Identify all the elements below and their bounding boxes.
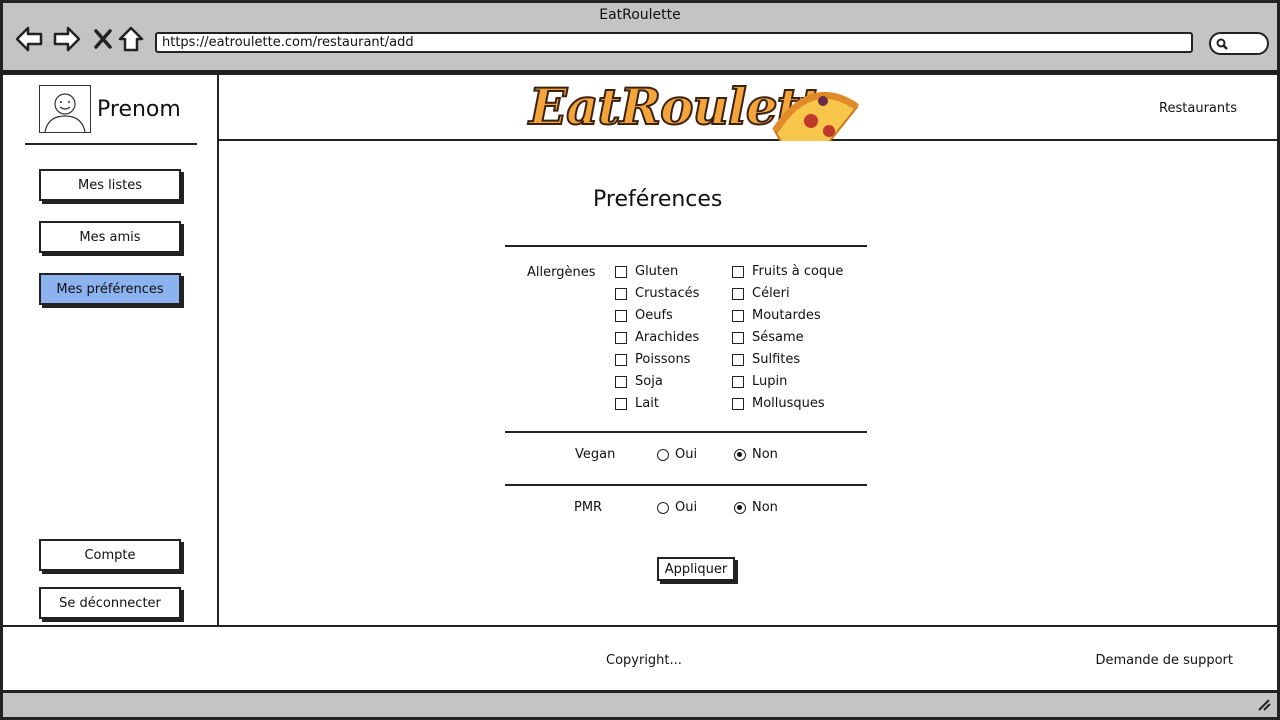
nav-restaurants-link[interactable]: Restaurants [1159,101,1237,116]
radio-label: Non [752,500,778,515]
checkbox-sulfites[interactable]: Sulfites [732,352,800,367]
pmr-oui-radio[interactable]: Oui [657,500,697,515]
checkbox-box[interactable] [732,375,744,388]
page-title: Preférences [593,187,723,212]
radio-circle[interactable] [657,501,669,514]
user-profile[interactable]: Prenom [39,85,181,133]
checkbox-box[interactable] [615,353,627,366]
window-title: EatRoulette [599,7,681,23]
close-icon[interactable] [89,25,117,53]
checkbox-label: Sésame [752,330,804,345]
allergens-label: Allergènes [527,265,596,280]
vegan-non-radio[interactable]: Non [734,447,778,462]
checkbox-box[interactable] [615,375,627,388]
mes-preferences-button[interactable]: Mes préférences [39,273,181,305]
browser-search-field[interactable] [1209,32,1269,55]
vegan-oui-radio[interactable]: Oui [657,447,697,462]
checkbox-label: Poissons [635,352,691,367]
section-divider [505,245,867,247]
checkbox-crustaces[interactable]: Crustacés [615,286,699,301]
checkbox-box[interactable] [615,265,627,278]
checkbox-label: Céleri [752,286,790,301]
se-deconnecter-button[interactable]: Se déconnecter [39,587,181,619]
profile-divider [25,143,197,145]
checkbox-gluten[interactable]: Gluten [615,264,678,279]
copyright-text: Copyright... [606,653,682,668]
checkbox-label: Lupin [752,374,788,389]
mes-listes-button[interactable]: Mes listes [39,169,181,201]
checkbox-label: Moutardes [752,308,821,323]
checkbox-lupin[interactable]: Lupin [732,374,787,389]
section-divider [505,431,867,433]
avatar [39,85,91,133]
checkbox-label: Crustacés [635,286,700,301]
checkbox-label: Arachides [635,330,700,345]
checkbox-box[interactable] [732,309,744,322]
mes-amis-button[interactable]: Mes amis [39,221,181,253]
checkbox-arachides[interactable]: Arachides [615,330,699,345]
checkbox-lait[interactable]: Lait [615,396,659,411]
checkbox-box[interactable] [615,331,627,344]
radio-label: Non [752,447,778,462]
vegan-label: Vegan [575,447,616,462]
checkbox-soja[interactable]: Soja [615,374,663,389]
resize-grip-icon[interactable] [1257,699,1271,711]
preferences-panel: Preférences Allergènes Gluten Crustacés … [219,141,1277,627]
radio-circle[interactable] [734,448,746,461]
checkbox-celeri[interactable]: Céleri [732,286,790,301]
profile-name: Prenom [97,96,181,122]
checkbox-label: Soja [635,374,663,389]
home-icon[interactable] [117,25,145,53]
radio-label: Oui [675,500,698,515]
checkbox-label: Lait [635,396,659,411]
pmr-non-radio[interactable]: Non [734,500,778,515]
checkbox-sesame[interactable]: Sésame [732,330,804,345]
checkbox-fruits-a-coque[interactable]: Fruits à coque [732,264,843,279]
site-header: EatRoulette Restaurants [219,73,1277,181]
radio-circle[interactable] [734,501,746,514]
back-arrow-icon[interactable] [15,25,43,53]
checkbox-box[interactable] [732,397,744,410]
browser-window: EatRoulette https://eatroulette.com/rest… [0,0,1280,720]
pmr-label: PMR [574,500,603,515]
checkbox-label: Oeufs [635,308,673,323]
checkbox-moutardes[interactable]: Moutardes [732,308,821,323]
checkbox-label: Sulfites [752,352,801,367]
checkbox-poissons[interactable]: Poissons [615,352,690,367]
checkbox-box[interactable] [732,353,744,366]
site-footer: Copyright... Demande de support [3,627,1277,693]
checkbox-box[interactable] [615,309,627,322]
checkbox-mollusques[interactable]: Mollusques [732,396,825,411]
browser-statusbar [3,693,1277,717]
checkbox-label: Fruits à coque [752,264,844,279]
checkbox-oeufs[interactable]: Oeufs [615,308,673,323]
radio-circle[interactable] [657,448,669,461]
checkbox-label: Mollusques [752,396,825,411]
section-divider [505,484,867,486]
checkbox-box[interactable] [732,265,744,278]
search-icon [1216,38,1228,50]
compte-button[interactable]: Compte [39,539,181,571]
checkbox-label: Gluten [635,264,679,279]
radio-label: Oui [675,447,698,462]
forward-arrow-icon[interactable] [53,25,81,53]
checkbox-box[interactable] [615,397,627,410]
browser-titlebar: EatRoulette https://eatroulette.com/rest… [3,3,1277,73]
checkbox-box[interactable] [732,331,744,344]
checkbox-box[interactable] [732,287,744,300]
apply-button[interactable]: Appliquer [657,557,735,581]
url-bar[interactable]: https://eatroulette.com/restaurant/add [155,32,1193,53]
sidebar: Prenom Mes listes Mes amis Mes préférenc… [3,73,219,627]
support-link[interactable]: Demande de support [1095,653,1233,668]
checkbox-box[interactable] [615,287,627,300]
